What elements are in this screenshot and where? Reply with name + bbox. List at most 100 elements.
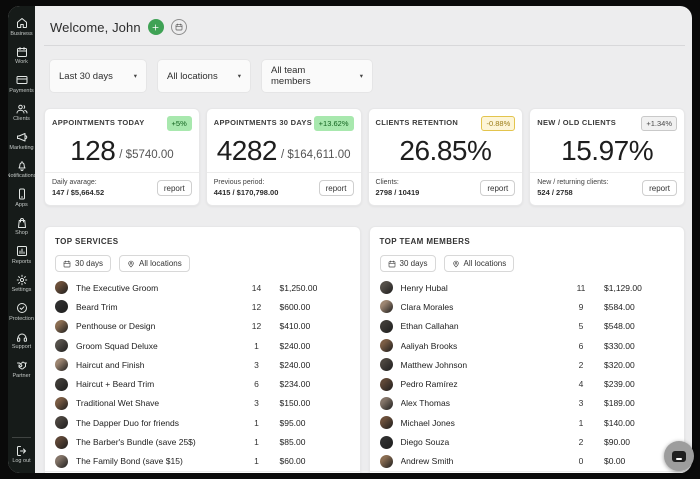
sidebar-item-partner[interactable]: Partner [8, 357, 35, 383]
filter-dropdown-last-30-days[interactable]: Last 30 days▾ [50, 60, 146, 92]
stat-footer-text: Previous period:4415 / $170,798.00 [214, 178, 279, 199]
sidebar-nav: Business WorkPayments ClientsMarketing Noti… [8, 15, 35, 383]
report-button[interactable]: report [319, 180, 354, 196]
stat-card-header: CLIENTS RETENTION-0.88% [369, 109, 523, 131]
row-amount: $150.00 [272, 398, 336, 408]
sidebar-item-work[interactable]: Work [8, 44, 35, 70]
sidebar-item-label: Protection [9, 316, 34, 323]
chat-launcher-button[interactable] [664, 441, 694, 471]
table-filter-pill-all-locations[interactable]: All locations [119, 255, 190, 272]
table-row[interactable]: Michael Jones1$140.00 [380, 413, 675, 432]
stat-card-footer: Clients:2798 / 10419report [369, 172, 523, 205]
plus-icon [151, 23, 160, 32]
row-count: 12 [242, 321, 272, 331]
sidebar-item-apps[interactable]: Apps [8, 186, 35, 212]
table-filter-pills: 30 days All locations [370, 246, 685, 277]
table-row[interactable]: The Barber's Bundle (save 25$)1$85.00 [55, 432, 350, 451]
sidebar-item-support[interactable]: Support [8, 329, 35, 355]
table-row[interactable]: Diego Souza2$90.00 [380, 432, 675, 451]
sidebar-item-business[interactable]: Business [8, 15, 35, 41]
table-rows: The Executive Groom14$1,250.00Beard Trim… [45, 277, 360, 471]
row-name: The Executive Groom [76, 283, 242, 293]
table-row[interactable]: The Dapper Duo for friends1$95.00 [55, 413, 350, 432]
row-amount: $320.00 [596, 360, 660, 370]
table-row[interactable]: Ethan Callahan5$548.00 [380, 317, 675, 336]
sidebar-item-label: Notifications [8, 173, 35, 180]
row-count: 6 [566, 341, 596, 351]
filter-dropdown-all-team-members[interactable]: All team members▾ [262, 60, 372, 92]
table-row[interactable]: Alex Thomas3$189.00 [380, 394, 675, 413]
row-name: Clara Morales [401, 302, 567, 312]
avatar [380, 416, 393, 429]
row-name: Pedro Ramírez [401, 379, 567, 389]
stat-value-suffix: / $5740.00 [119, 141, 173, 161]
sidebar-logout-slot: Log out [8, 443, 35, 469]
trend-badge: -0.88% [481, 116, 515, 131]
table-row[interactable]: Henry Hubal11$1,129.00 [380, 278, 675, 297]
stats-row: APPOINTMENTS TODAY+5%128/ $5740.00Daily … [44, 108, 685, 206]
table-row[interactable]: Aaliyah Brooks6$330.00 [380, 336, 675, 355]
filter-dropdown-label: All locations [167, 71, 218, 82]
add-button[interactable] [148, 19, 164, 35]
stat-card-value: 15.97% [530, 131, 684, 172]
table-row[interactable]: Andrew Smith0$0.00 [380, 452, 675, 471]
sidebar-item-reports[interactable]: Reports [8, 243, 35, 269]
megaphone-icon [16, 131, 28, 143]
stat-card-appointments-today: APPOINTMENTS TODAY+5%128/ $5740.00Daily … [44, 108, 200, 206]
filter-dropdown-all-locations[interactable]: All locations▾ [158, 60, 250, 92]
table-row[interactable]: Haircut and Finish3$240.00 [55, 355, 350, 374]
table-row[interactable]: Haircut + Beard Trim6$234.00 [55, 374, 350, 393]
sidebar-item-label: Partner [12, 373, 30, 380]
row-amount: $60.00 [272, 456, 336, 466]
table-row[interactable]: The Executive Groom14$1,250.00 [55, 278, 350, 297]
table-row[interactable]: Traditional Wet Shave3$150.00 [55, 394, 350, 413]
row-amount: $189.00 [596, 398, 660, 408]
bell-icon [16, 160, 28, 172]
header-divider [44, 45, 685, 46]
table-filter-pill-30-days[interactable]: 30 days [380, 255, 436, 272]
calendar-icon [16, 46, 28, 58]
report-button[interactable]: report [642, 180, 677, 196]
sidebar-item-shop[interactable]: Shop [8, 215, 35, 241]
table-row[interactable]: Penthouse or Design12$410.00 [55, 317, 350, 336]
table-row[interactable]: Groom Squad Deluxe1$240.00 [55, 336, 350, 355]
sidebar-item-clients[interactable]: Clients [8, 101, 35, 127]
calendar-icon [63, 260, 71, 268]
sidebar-item-protection[interactable]: Protection [8, 300, 35, 326]
stat-card-footer: Daily avarage:147 / $5,664.52report [45, 172, 199, 205]
table-filter-pill-label: All locations [139, 259, 182, 268]
report-button[interactable]: report [480, 180, 515, 196]
row-amount: $1,129.00 [596, 283, 660, 293]
sidebar-item-marketing[interactable]: Marketing [8, 129, 35, 155]
table-filter-pill-30-days[interactable]: 30 days [55, 255, 111, 272]
row-name: Haircut and Finish [76, 360, 242, 370]
sidebar-item-log-out[interactable]: Log out [8, 443, 35, 469]
avatar [55, 436, 68, 449]
avatar [380, 436, 393, 449]
table-row[interactable]: Pedro Ramírez4$239.00 [380, 374, 675, 393]
table-filter-pill-label: All locations [464, 259, 507, 268]
sidebar-item-payments[interactable]: Payments [8, 72, 35, 98]
stat-footer-label: New / returning clients: [537, 178, 608, 188]
report-button[interactable]: report [157, 180, 192, 196]
table-row[interactable]: Beard Trim12$600.00 [55, 297, 350, 316]
filter-row: Last 30 days▾All locations▾All team memb… [50, 60, 685, 92]
chevron-down-icon: ▾ [344, 72, 363, 80]
row-amount: $1,250.00 [272, 283, 336, 293]
sidebar-item-settings[interactable]: Settings [8, 272, 35, 298]
table-filter-pill-all-locations[interactable]: All locations [444, 255, 515, 272]
sidebar-item-label: Settings [12, 287, 32, 294]
stat-card-value: 26.85% [369, 131, 523, 172]
row-name: Michael Jones [401, 418, 567, 428]
table-row[interactable]: Matthew Johnson2$320.00 [380, 355, 675, 374]
row-count: 3 [242, 398, 272, 408]
stat-card-appointments-30-days: APPOINTMENTS 30 DAYS+13.62%4282/ $164,61… [206, 108, 362, 206]
table-row[interactable]: The Family Bond (save $15)1$60.00 [55, 452, 350, 471]
row-count: 2 [566, 437, 596, 447]
row-amount: $239.00 [596, 379, 660, 389]
stat-card-clients-retention: CLIENTS RETENTION-0.88%26.85%Clients:279… [368, 108, 524, 206]
table-row[interactable]: Clara Morales9$584.00 [380, 297, 675, 316]
calendar-button[interactable] [171, 19, 187, 35]
sidebar-item-notifications[interactable]: Notifications [8, 158, 35, 184]
row-count: 1 [242, 418, 272, 428]
